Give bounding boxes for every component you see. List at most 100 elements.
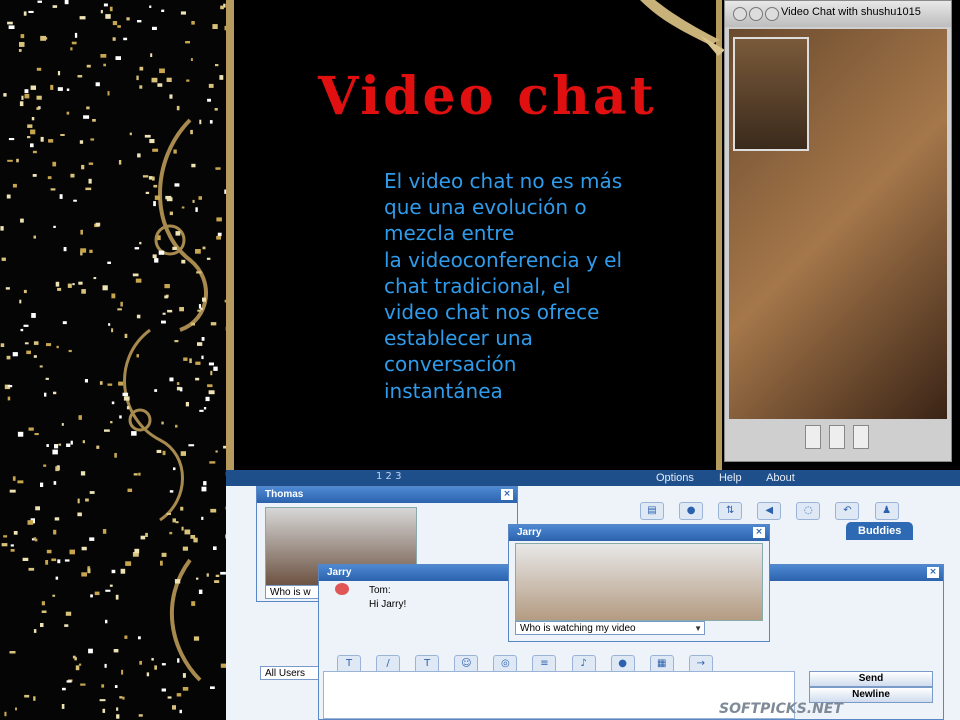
confetti-piece [196, 577, 199, 580]
confetti-piece [57, 287, 62, 291]
confetti-piece [198, 304, 201, 309]
confetti-piece [24, 89, 29, 94]
confetti-piece [175, 231, 181, 236]
confetti-piece [78, 663, 82, 666]
confetti-piece [94, 591, 100, 596]
confetti-piece [152, 26, 157, 30]
confetti-piece [177, 658, 180, 663]
confetti-piece [162, 450, 166, 456]
minimize-window-icon[interactable] [749, 7, 763, 21]
confetti-piece [181, 259, 186, 264]
person-icon[interactable]: ♟ [874, 502, 899, 520]
confetti-piece [169, 531, 173, 535]
confetti-piece [124, 333, 128, 338]
bubble-icon[interactable]: ◌ [796, 502, 821, 520]
confetti-piece [85, 187, 92, 191]
close-icon[interactable]: × [753, 527, 765, 538]
confetti-piece [210, 508, 217, 513]
confetti-piece [110, 421, 113, 424]
close-icon[interactable]: × [927, 567, 939, 578]
confetti-piece [19, 42, 25, 47]
send-button[interactable]: Send [809, 671, 933, 687]
zoom-window-icon[interactable] [765, 7, 779, 21]
confetti-piece [182, 687, 189, 691]
confetti-piece [55, 281, 60, 287]
confetti-piece [191, 163, 196, 168]
confetti-piece [32, 150, 37, 154]
confetti-piece [99, 381, 103, 385]
reply-icon[interactable]: ↶ [835, 502, 860, 520]
body-line: la videoconferencia y el [384, 247, 623, 272]
message-icon[interactable]: ▤ [640, 502, 664, 520]
im-application: 1 2 3 Options Help About ▤ ● ⇅ ◀ ◌ ↶ ♟ B… [226, 470, 960, 720]
tab-buddies[interactable]: Buddies [846, 522, 914, 540]
confetti-piece [52, 5, 58, 8]
upload-icon[interactable]: ⇅ [718, 502, 743, 520]
close-window-icon[interactable] [733, 7, 747, 21]
confetti-piece [137, 153, 141, 158]
confetti-piece [90, 138, 95, 141]
confetti-piece [33, 537, 37, 540]
confetti-piece [190, 58, 193, 61]
confetti-piece [153, 201, 156, 207]
video-chat-title: Video Chat with shushu1015 [781, 6, 921, 18]
confetti-piece [17, 431, 24, 437]
confetti-piece [212, 24, 218, 29]
menu-options[interactable]: Options [656, 472, 694, 484]
confetti-piece [154, 389, 158, 392]
confetti-piece [182, 673, 186, 678]
confetti-piece [62, 321, 67, 325]
mute-icon[interactable] [805, 425, 821, 449]
confetti-piece [103, 63, 106, 67]
gold-swirl-ornament [0, 0, 232, 719]
confetti-piece [113, 649, 119, 653]
close-icon[interactable]: × [501, 489, 513, 500]
fullscreen-icon[interactable] [853, 425, 870, 449]
confetti-piece [64, 0, 69, 5]
confetti-piece [58, 443, 62, 446]
confetti-piece [53, 225, 56, 228]
confetti-piece [111, 293, 116, 299]
confetti-piece [81, 572, 87, 577]
body-line: establecer una [384, 326, 533, 351]
confetti-piece [165, 195, 172, 200]
confetti-piece [213, 546, 217, 550]
jarry-watchers-dropdown[interactable]: Who is watching my video ▼ [515, 621, 705, 635]
confetti-piece [23, 289, 27, 294]
confetti-piece [46, 444, 49, 447]
menu-about[interactable]: About [766, 472, 795, 484]
confetti-piece [176, 382, 180, 385]
confetti-piece [52, 161, 57, 167]
confetti-piece [41, 601, 45, 606]
confetti-piece [53, 481, 57, 485]
confetti-piece [77, 75, 83, 78]
confetti-piece [198, 196, 202, 200]
microphone-icon[interactable] [829, 425, 846, 449]
confetti-piece [24, 694, 30, 698]
confetti-piece [81, 546, 87, 551]
confetti-piece [56, 345, 59, 349]
confetti-piece [48, 139, 54, 143]
confetti-piece [161, 552, 167, 557]
confetti-piece [80, 248, 87, 253]
menu-help[interactable]: Help [719, 472, 742, 484]
confetti-piece [62, 687, 66, 691]
confetti-piece [19, 101, 24, 107]
confetti-piece [85, 498, 89, 502]
confetti-piece [12, 352, 18, 357]
confetti-piece [138, 714, 143, 717]
confetti-piece [105, 589, 111, 592]
confetti-piece [160, 560, 163, 566]
confetti-piece [139, 85, 143, 89]
confetti-piece [213, 366, 218, 371]
confetti-piece [139, 660, 142, 665]
body-line: conversación [384, 352, 517, 377]
confetti-piece [60, 134, 65, 136]
confetti-piece [10, 549, 15, 552]
chat-icon[interactable]: ● [679, 502, 704, 520]
confetti-piece [47, 176, 52, 180]
confetti-piece [149, 139, 155, 144]
confetti-piece [88, 178, 92, 184]
speaker-icon[interactable]: ◀ [757, 502, 782, 520]
confetti-piece [173, 467, 176, 471]
